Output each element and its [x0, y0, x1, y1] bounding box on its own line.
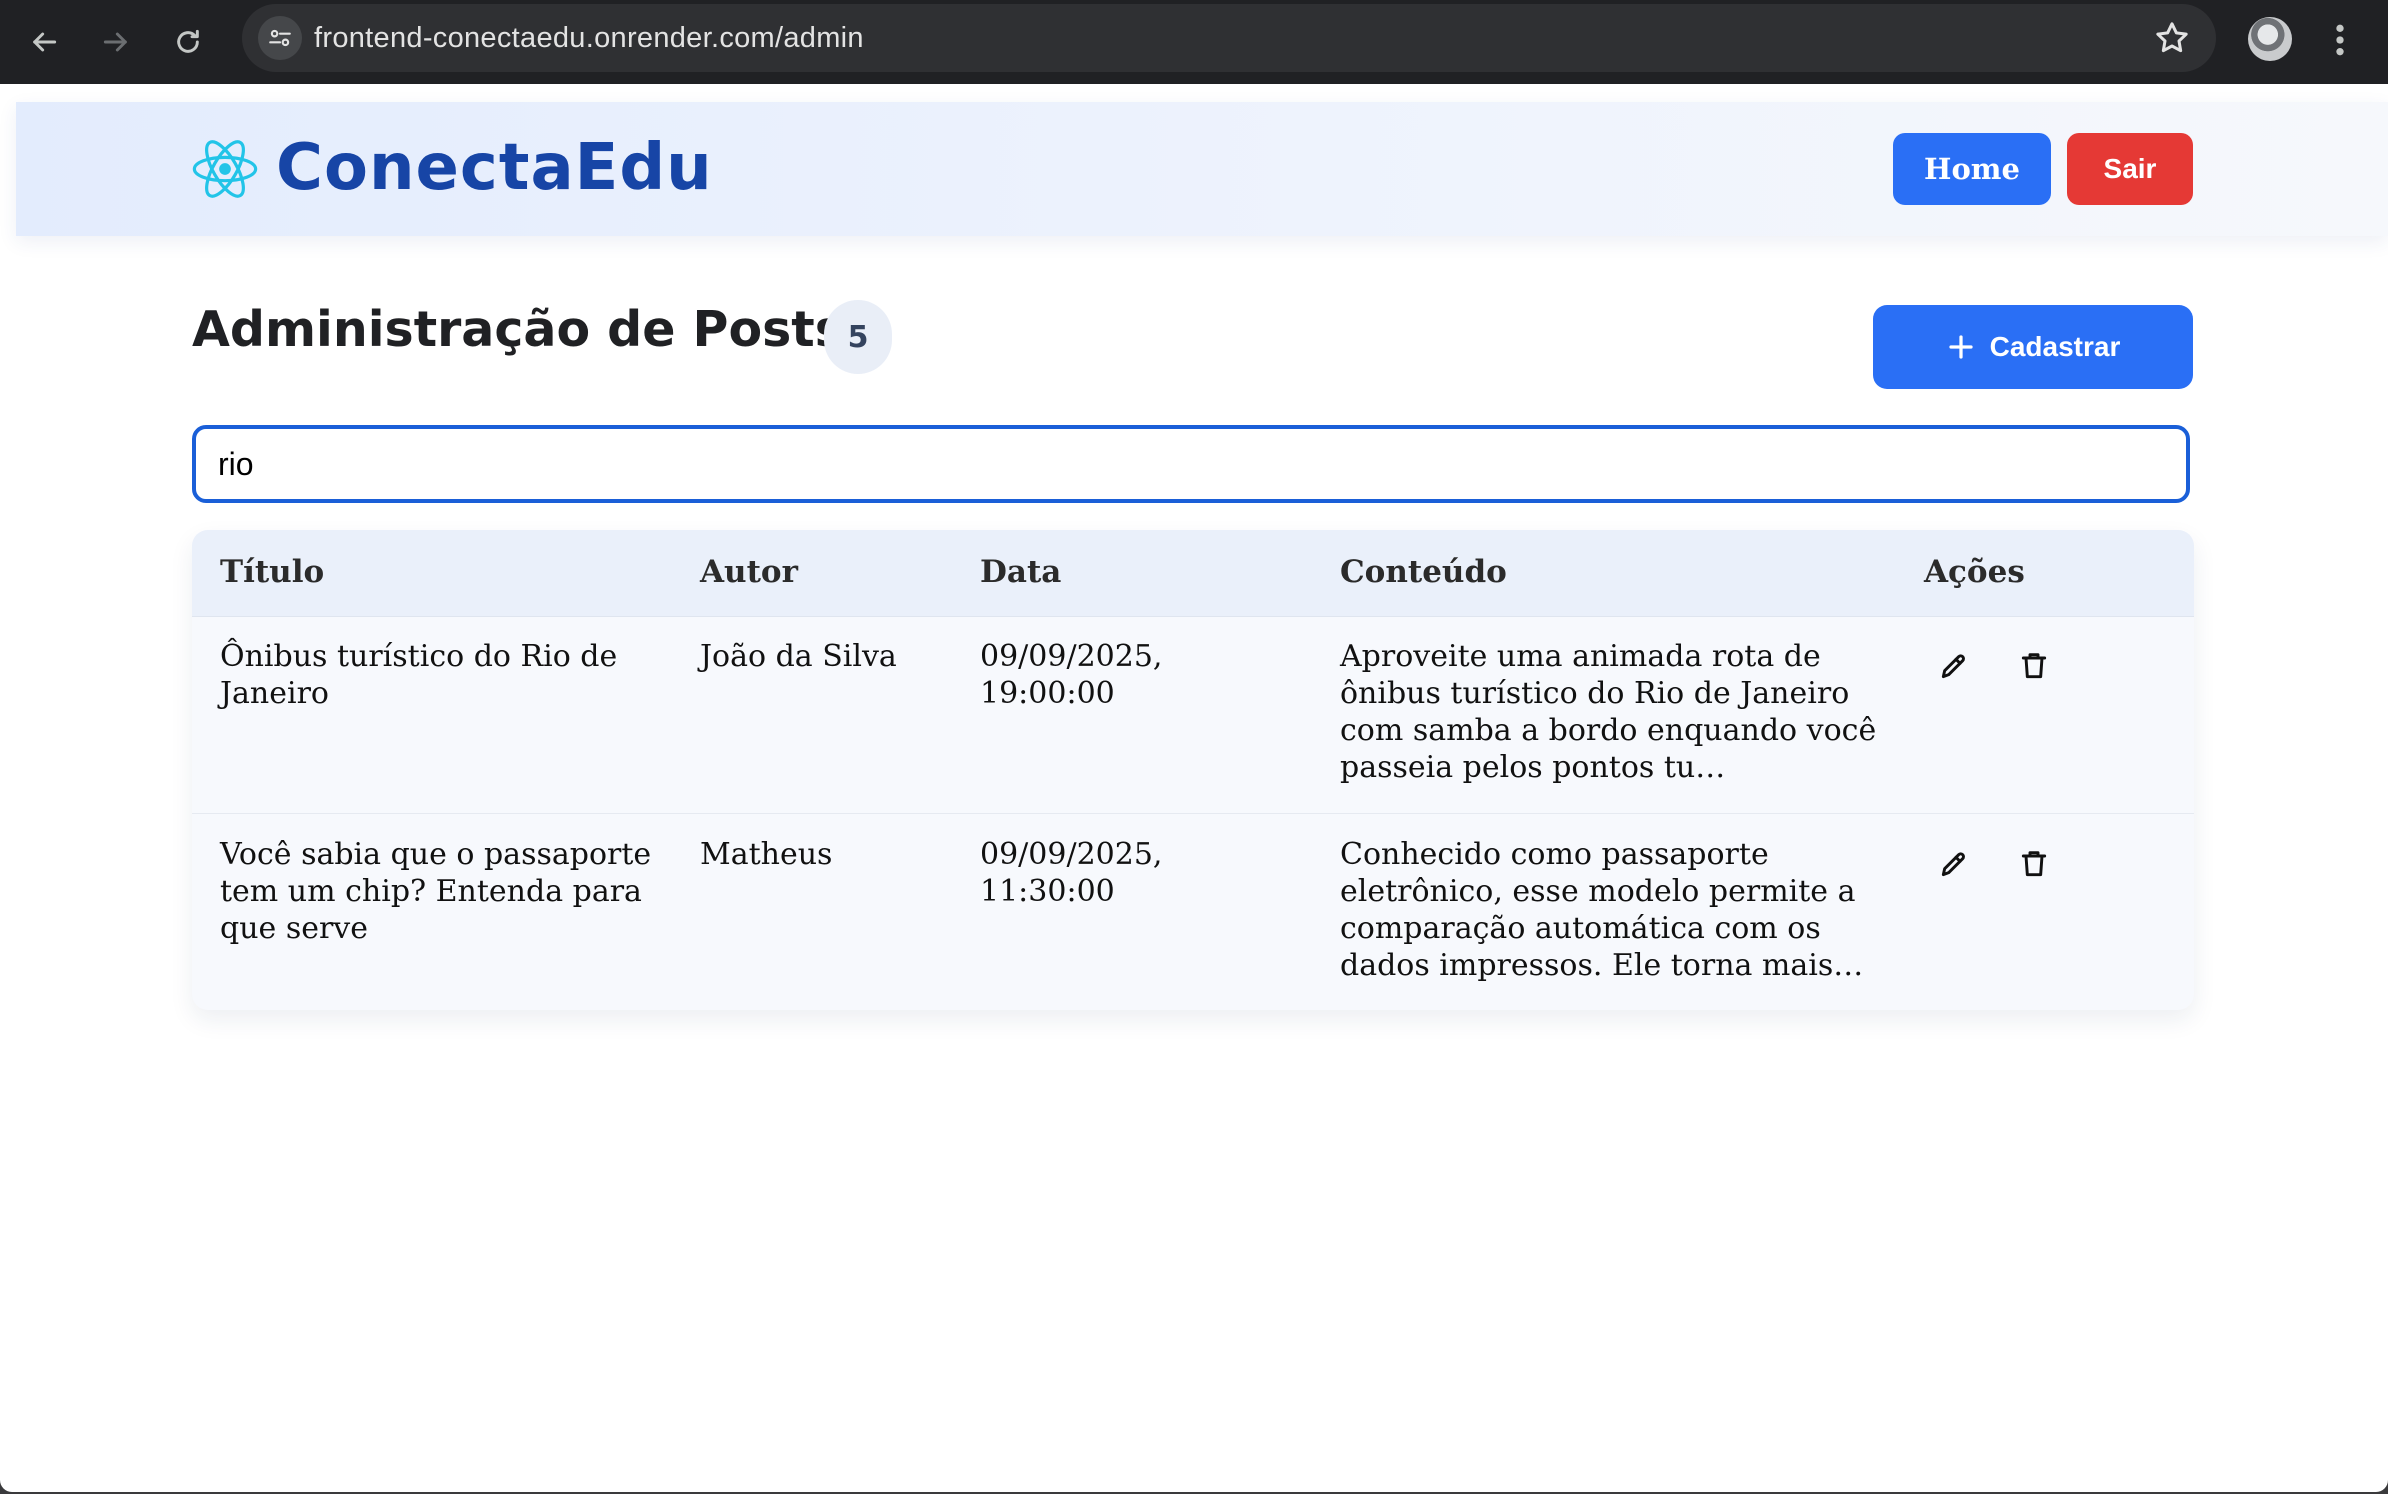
- page-title: Administração de Posts: [192, 301, 844, 358]
- edit-post-button[interactable]: [1934, 646, 1974, 686]
- browser-toolbar: frontend-conectaedu.onrender.com/admin: [0, 0, 2388, 84]
- plus-icon: [1949, 335, 1973, 359]
- star-icon[interactable]: [2152, 18, 2192, 58]
- table-header: Título Autor Data Conteúdo Ações: [192, 530, 2194, 617]
- table-row: Você sabia que o passaporte tem um chip?…: [192, 814, 2194, 1010]
- reload-icon[interactable]: [164, 18, 212, 66]
- profile-avatar[interactable]: [2248, 17, 2292, 61]
- forward-arrow-icon[interactable]: [92, 18, 140, 66]
- table-row: Ônibus turístico do Rio de Janeiro João …: [192, 616, 2194, 814]
- delete-post-button[interactable]: [2014, 646, 2054, 686]
- tune-icon[interactable]: [258, 16, 302, 60]
- add-post-label: Cadastrar: [1989, 331, 2121, 362]
- add-post-button[interactable]: Cadastrar: [1873, 305, 2193, 389]
- back-arrow-icon[interactable]: [20, 18, 68, 66]
- address-bar[interactable]: frontend-conectaedu.onrender.com/admin: [242, 4, 2216, 72]
- post-author-cell: João da Silva: [700, 639, 897, 674]
- column-header-title: Título: [220, 554, 325, 590]
- column-header-date: Data: [980, 554, 1062, 590]
- post-content-cell: Aproveite uma animada rota de ônibus tur…: [1340, 639, 1877, 785]
- post-title-cell: Você sabia que o passaporte tem um chip?…: [220, 837, 652, 946]
- post-date-cell: 09/09/2025, 19:00:00: [980, 639, 1163, 711]
- column-header-author: Autor: [700, 554, 798, 590]
- column-header-actions: Ações: [1924, 554, 2025, 590]
- trash-icon: [2021, 851, 2047, 877]
- post-date-cell: 09/09/2025, 11:30:00: [980, 837, 1163, 909]
- post-author-cell: Matheus: [700, 837, 833, 872]
- post-content-cell: Conhecido como passaporte eletrônico, es…: [1340, 837, 1864, 983]
- home-button[interactable]: Home: [1893, 133, 2051, 205]
- page-viewport: ConectaEdu Home Sair Administração de Po…: [0, 84, 2388, 1492]
- post-count-badge: 5: [824, 300, 892, 374]
- app-header: ConectaEdu Home Sair: [16, 102, 2388, 236]
- kebab-menu-icon[interactable]: [2328, 20, 2352, 60]
- atom-icon: [192, 140, 258, 198]
- pencil-icon: [1941, 654, 1965, 679]
- edit-post-button[interactable]: [1934, 844, 1974, 884]
- pencil-icon: [1941, 852, 1965, 877]
- logout-button[interactable]: Sair: [2067, 133, 2193, 205]
- posts-table: Título Autor Data Conteúdo Ações Ônibus …: [192, 530, 2194, 1010]
- column-header-content: Conteúdo: [1340, 554, 1507, 590]
- post-title-cell: Ônibus turístico do Rio de Janeiro: [220, 639, 618, 711]
- delete-post-button[interactable]: [2014, 844, 2054, 884]
- search-input[interactable]: [192, 425, 2190, 503]
- brand-logo-text[interactable]: ConectaEdu: [276, 126, 713, 210]
- url-text[interactable]: frontend-conectaedu.onrender.com/admin: [314, 22, 864, 55]
- trash-icon: [2021, 653, 2047, 679]
